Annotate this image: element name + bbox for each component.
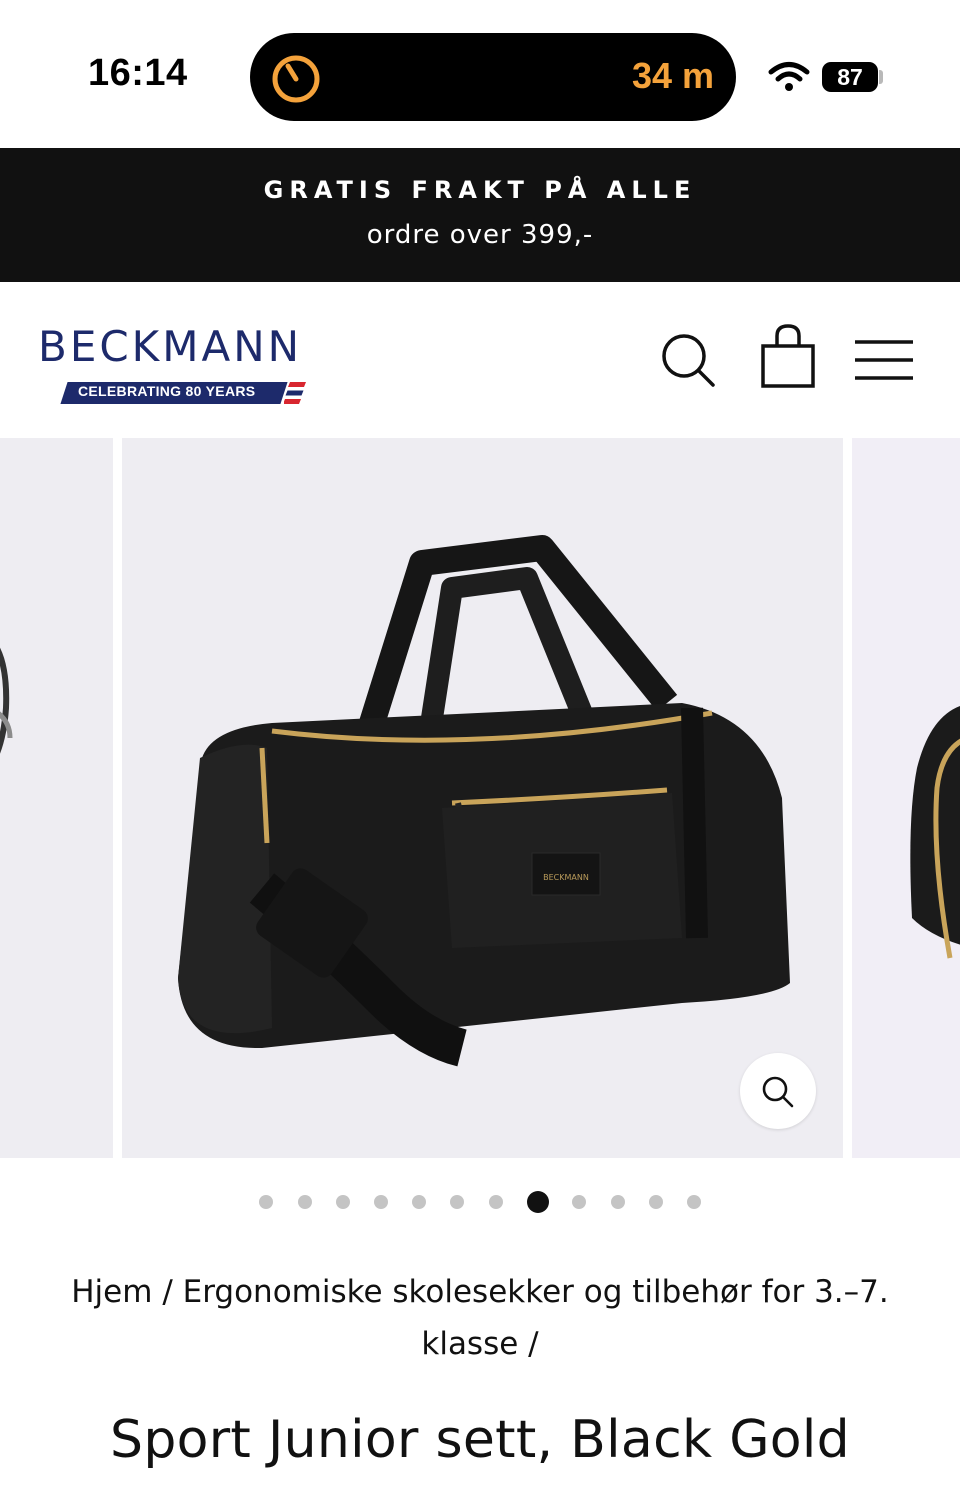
- status-bar: 16:14 34 m 87: [0, 0, 960, 148]
- battery-icon: 87: [822, 62, 878, 92]
- product-title: Sport Junior sett, Black Gold: [110, 1410, 850, 1470]
- pagination-dot[interactable]: [412, 1195, 426, 1209]
- pagination-dot[interactable]: [611, 1195, 625, 1209]
- pagination-dot[interactable]: [687, 1195, 701, 1209]
- gallery-pagination[interactable]: [0, 1188, 960, 1216]
- pagination-dot[interactable]: [374, 1195, 388, 1209]
- pagination-dot[interactable]: [450, 1195, 464, 1209]
- breadcrumb: Hjem / Ergonomiske skolesekker og tilbeh…: [40, 1266, 920, 1370]
- gallery-slide-next[interactable]: [852, 438, 960, 1158]
- pagination-dot[interactable]: [649, 1195, 663, 1209]
- svg-text:BECKMANN: BECKMANN: [543, 873, 589, 882]
- duffel-bag-image: BECKMANN: [178, 535, 790, 1067]
- timer-icon: [272, 55, 320, 103]
- wifi-icon: [768, 62, 810, 91]
- pagination-dot[interactable]: [489, 1195, 503, 1209]
- battery-cap: [879, 70, 883, 84]
- site-header: BECKMANN CELEBRATING 80 YEARS: [0, 282, 960, 439]
- beckmann-logo[interactable]: BECKMANN CELEBRATING 80 YEARS: [38, 316, 338, 406]
- menu-icon[interactable]: [852, 322, 916, 394]
- logo-wordmark: BECKMANN: [38, 322, 303, 371]
- gallery-slide-main[interactable]: BECKMANN: [122, 438, 843, 1158]
- flag-stripes-icon: [284, 382, 306, 404]
- promo-subline: ordre over 399,-: [366, 220, 594, 250]
- pagination-dot-active[interactable]: [527, 1191, 549, 1213]
- pagination-dot[interactable]: [336, 1195, 350, 1209]
- promo-banner: GRATIS FRAKT PÅ ALLE ordre over 399,-: [0, 148, 960, 282]
- gallery-slide-previous[interactable]: [0, 438, 113, 1158]
- promo-headline: GRATIS FRAKT PÅ ALLE: [263, 176, 697, 204]
- zoom-button[interactable]: [740, 1053, 816, 1129]
- breadcrumb-home-link[interactable]: Hjem: [71, 1274, 152, 1310]
- logo-tagline: CELEBRATING 80 YEARS: [78, 383, 256, 399]
- breadcrumb-separator: /: [528, 1326, 539, 1362]
- search-icon[interactable]: [656, 322, 720, 394]
- product-gallery[interactable]: BECKMANN: [0, 438, 960, 1158]
- breadcrumb-separator: /: [162, 1274, 173, 1310]
- pagination-dot[interactable]: [572, 1195, 586, 1209]
- pagination-dot[interactable]: [259, 1195, 273, 1209]
- status-time: 16:14: [88, 52, 188, 94]
- shopping-bag-icon[interactable]: [756, 322, 820, 394]
- bag-partial-image: [0, 647, 13, 754]
- bag-partial-image-next: [910, 706, 960, 959]
- timer-label: 34 m: [631, 55, 714, 96]
- pagination-dot[interactable]: [298, 1195, 312, 1209]
- zoom-icon: [762, 1076, 794, 1108]
